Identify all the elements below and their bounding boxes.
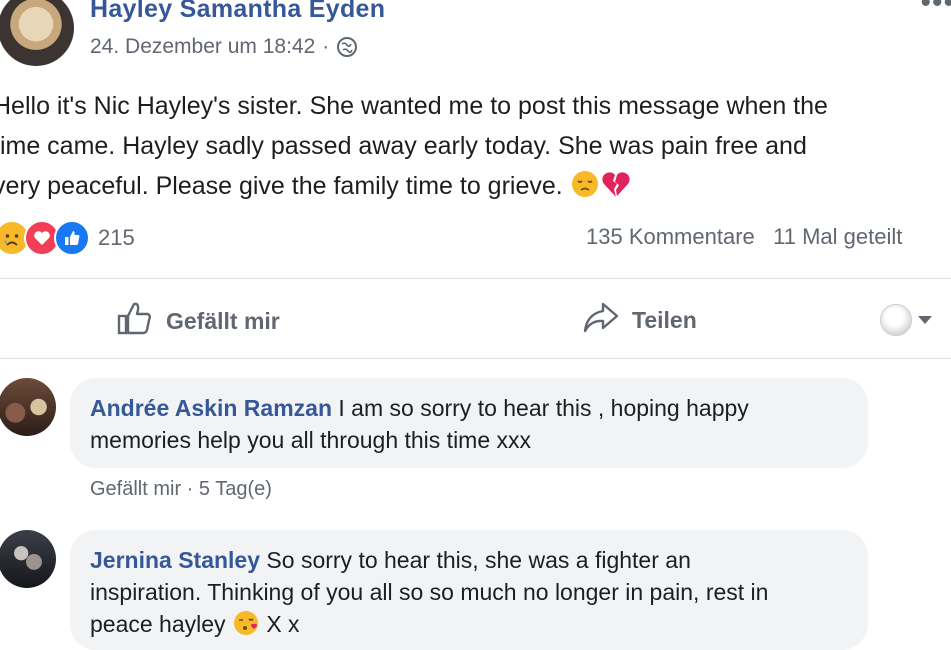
comment-text: I am so sorry to hear this , hoping happ…: [332, 395, 749, 421]
comment-text: inspiration. Thinking of you all so so m…: [90, 579, 769, 605]
chevron-down-icon: [918, 316, 932, 324]
comment-text: memories help you all through this time …: [90, 427, 532, 453]
post-text-line: time came. Hayley sadly passed away earl…: [0, 132, 807, 160]
comment-like-link[interactable]: Gefällt mir: [90, 478, 181, 500]
post-meta: 24. Dezember um 18:42 ·: [90, 35, 358, 59]
author-avatar[interactable]: [0, 0, 74, 66]
more-options-icon[interactable]: •••: [920, 0, 951, 20]
shares-count-link[interactable]: 11 Mal geteilt: [773, 224, 902, 249]
share-button-label: Teilen: [632, 306, 697, 333]
engagement-counts: 135 Kommentare 11 Mal geteilt: [586, 224, 902, 250]
thumbs-up-icon: [116, 300, 154, 342]
pensive-face-emoji: [570, 169, 600, 211]
comment-meta: Gefällt mir · 5 Tag(e): [90, 478, 272, 500]
comment-age[interactable]: 5 Tag(e): [199, 478, 272, 500]
comment-bubble: Jernina Stanley So sorry to hear this, s…: [70, 530, 868, 650]
share-arrow-icon: [582, 300, 620, 340]
commenter-avatar[interactable]: [0, 378, 56, 436]
reactions-summary[interactable]: 215: [0, 220, 135, 256]
reaction-count: 215: [98, 225, 135, 250]
post-text: Hello it's Nic Hayley's sister. She want…: [0, 86, 951, 206]
like-reaction-icon: [54, 220, 90, 256]
like-button[interactable]: Gefällt mir: [116, 300, 280, 342]
divider: [0, 278, 951, 279]
like-button-label: Gefällt mir: [166, 307, 280, 334]
post-text-line: very peaceful. Please give the family ti…: [0, 166, 951, 206]
post-timestamp[interactable]: 24. Dezember um 18:42: [90, 35, 315, 59]
author-name[interactable]: Hayley Samantha Eyden: [90, 0, 385, 24]
comment-text: peace hayley: [90, 611, 232, 637]
profile-circle-icon: [880, 304, 912, 336]
audience-selector[interactable]: [880, 304, 932, 336]
commenter-name[interactable]: Andrée Askin Ramzan: [90, 395, 332, 421]
commenter-avatar[interactable]: [0, 530, 56, 588]
broken-heart-emoji: [600, 169, 632, 211]
share-button[interactable]: Teilen: [582, 300, 697, 340]
comment-text: X x: [259, 611, 300, 637]
comment-text: So sorry to hear this, she was a fighter…: [260, 547, 691, 573]
commenter-name[interactable]: Jernina Stanley: [90, 547, 260, 573]
face-blowing-kiss-emoji: [232, 609, 260, 645]
comments-count-link[interactable]: 135 Kommentare: [586, 224, 755, 249]
post-text-line: Hello it's Nic Hayley's sister. She want…: [0, 92, 828, 120]
globe-icon: [336, 36, 358, 58]
comment-bubble: Andrée Askin Ramzan I am so sorry to hea…: [70, 378, 868, 468]
divider: [0, 358, 951, 359]
